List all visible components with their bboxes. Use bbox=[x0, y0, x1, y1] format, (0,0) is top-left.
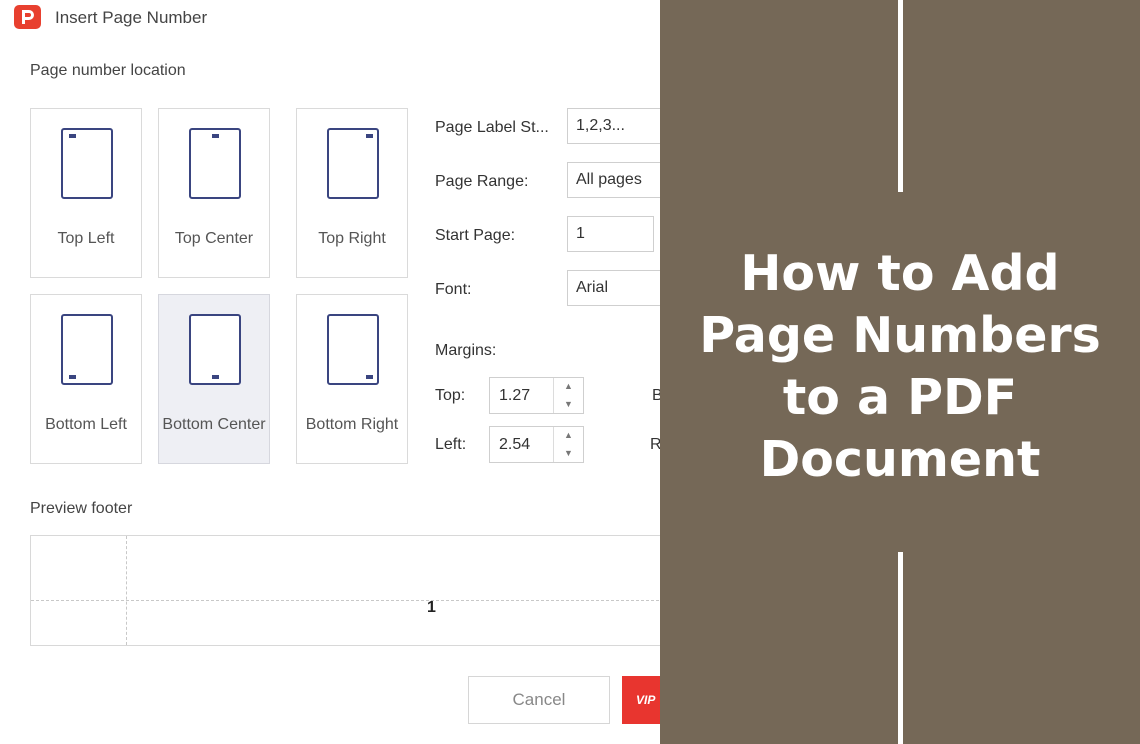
headline-line: to a PDF bbox=[782, 369, 1018, 426]
location-top-right[interactable]: Top Right bbox=[296, 108, 408, 278]
label-style-label: Page Label St... bbox=[435, 119, 549, 136]
margin-top-label: Top: bbox=[435, 387, 466, 404]
apply-button[interactable]: VIP bbox=[622, 676, 660, 724]
location-label: Top Right bbox=[318, 230, 386, 247]
page-top-center-icon bbox=[189, 128, 241, 199]
start-page-input[interactable]: 1 bbox=[567, 216, 654, 252]
location-label: Top Center bbox=[174, 230, 254, 247]
location-bottom-left[interactable]: Bottom Left bbox=[30, 294, 142, 464]
preview-footer-label: Preview footer bbox=[30, 500, 133, 517]
app-logo-icon bbox=[14, 5, 41, 29]
margin-top-value[interactable]: 1.27 bbox=[499, 378, 530, 413]
dialog-titlebar: Insert Page Number bbox=[0, 0, 660, 36]
location-top-left[interactable]: Top Left bbox=[30, 108, 142, 278]
location-section-label: Page number location bbox=[30, 62, 186, 79]
start-page-label: Start Page: bbox=[435, 227, 516, 244]
dialog-title: Insert Page Number bbox=[55, 8, 208, 27]
location-top-center[interactable]: Top Center bbox=[158, 108, 270, 278]
increment-arrow-icon[interactable]: ▲ bbox=[554, 427, 583, 444]
margin-left-stepper[interactable]: 2.54 ▲ ▼ bbox=[489, 426, 584, 463]
page-bottom-center-icon bbox=[189, 314, 241, 385]
location-bottom-right[interactable]: Bottom Right bbox=[296, 294, 408, 464]
margin-left-value[interactable]: 2.54 bbox=[499, 427, 530, 462]
increment-arrow-icon[interactable]: ▲ bbox=[554, 378, 583, 395]
page-bottom-left-icon bbox=[61, 314, 113, 385]
insert-page-number-dialog: Insert Page Number Page number location … bbox=[0, 0, 660, 744]
preview-footer-box: 1 bbox=[30, 535, 660, 646]
font-select[interactable]: Arial bbox=[567, 270, 660, 306]
decrement-arrow-icon[interactable]: ▼ bbox=[554, 396, 583, 413]
cancel-button[interactable]: Cancel bbox=[468, 676, 610, 724]
font-label: Font: bbox=[435, 281, 472, 298]
page-range-select[interactable]: All pages bbox=[567, 162, 660, 198]
decorative-line-bottom bbox=[898, 552, 903, 744]
margin-bottom-label: B bbox=[652, 387, 660, 404]
location-label: Bottom Left bbox=[45, 416, 127, 433]
article-headline: How to Add Page Numbers to a PDF Documen… bbox=[660, 243, 1140, 491]
location-label: Bottom Center bbox=[162, 416, 266, 433]
decorative-line-top bbox=[898, 0, 903, 192]
preview-page-number: 1 bbox=[427, 599, 436, 616]
location-label: Bottom Right bbox=[305, 416, 399, 433]
headline-line: Document bbox=[759, 431, 1041, 488]
headline-line: How to Add bbox=[740, 245, 1060, 302]
margin-left-label: Left: bbox=[435, 436, 467, 453]
page-bottom-right-icon bbox=[327, 314, 379, 385]
location-label: Top Left bbox=[57, 230, 115, 247]
margins-label: Margins: bbox=[435, 342, 497, 359]
page-top-right-icon bbox=[327, 128, 379, 199]
label-style-select[interactable]: 1,2,3... bbox=[567, 108, 660, 144]
page-range-label: Page Range: bbox=[435, 173, 529, 190]
headline-line: Page Numbers bbox=[699, 307, 1101, 364]
article-title-panel: How to Add Page Numbers to a PDF Documen… bbox=[660, 0, 1140, 744]
margin-top-stepper[interactable]: 1.27 ▲ ▼ bbox=[489, 377, 584, 414]
decrement-arrow-icon[interactable]: ▼ bbox=[554, 445, 583, 462]
page-top-left-icon bbox=[61, 128, 113, 199]
margin-right-label: R bbox=[650, 436, 660, 453]
location-bottom-center[interactable]: Bottom Center bbox=[158, 294, 270, 464]
